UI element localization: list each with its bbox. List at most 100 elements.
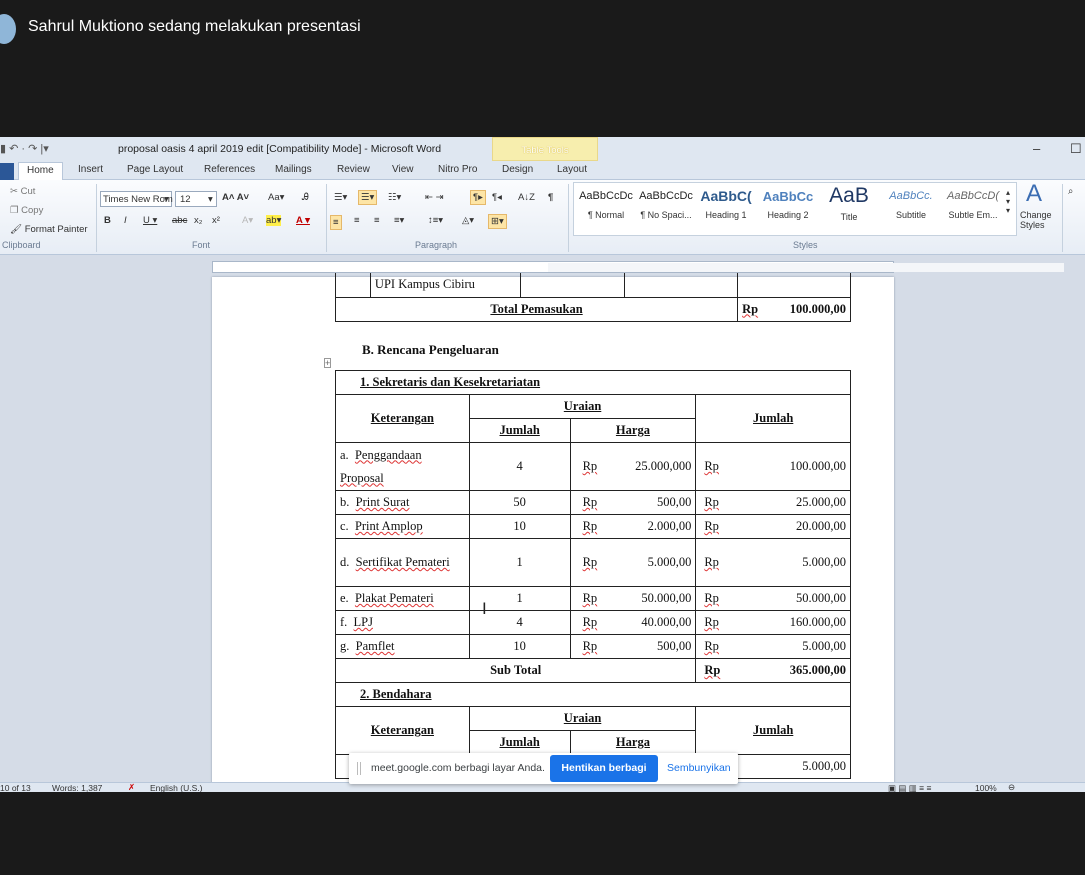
format-painter-button[interactable]: 🖌 Format Painter [10,224,88,235]
table-row[interactable]: g. Pamflet 10 Rp 500,00 Rp 5.000,00 [335,634,851,659]
proofing-error-icon[interactable]: ✗ [128,782,135,792]
indent-icons[interactable]: ⇤ ⇥ [425,192,444,203]
table-cell[interactable]: UPI Kampus Cibiru [369,273,521,298]
copy-button[interactable]: ❐ Copy [10,205,43,216]
table-row[interactable]: e. Plakat Pemateri 1 Rp 50.000,00 Rp 50.00… [335,586,851,611]
borders-icon[interactable]: ⊞▾ [488,214,507,229]
strikethrough-icon[interactable]: abc [172,215,187,226]
ribbon-home: ✂ Cut ❐ Copy 🖌 Format Painter Clipboard … [0,180,1085,255]
align-right-icon[interactable]: ≡ [374,215,380,226]
quick-access-toolbar[interactable]: ▮ ↶ · ↷ |▾ [0,142,49,155]
bold-icon[interactable]: B [104,215,111,226]
table-row[interactable]: c. Print Amplop 10 Rp 2.000,00 Rp 20.000,0… [335,514,851,539]
header-keterangan: Keterangan [335,394,470,443]
zoom-level[interactable]: 100% [975,783,997,792]
tab-page-layout[interactable]: Page Layout [127,164,183,175]
ruler-text-area [548,263,1064,272]
ltr-icon[interactable]: ¶▸ [470,190,486,205]
section-b-heading: B. Rencana Pengeluaran [362,342,499,357]
font-name-select[interactable]: Times New Rom ▾ [100,191,173,207]
underline-icon[interactable]: U ▾ [143,215,157,226]
table-row[interactable]: a. Penggandaan Proposal 4 Rp 25.000,000 R… [335,442,851,491]
style-title[interactable]: AaB Title [818,184,880,232]
change-styles-button[interactable]: Change Styles [1020,210,1060,230]
zoom-out-icon[interactable]: ⊖ [1008,782,1015,792]
tab-insert[interactable]: Insert [78,164,103,175]
font-group-label: Font [192,240,211,250]
presenter-banner: Sahrul Muktiono sedang melakukan present… [28,18,361,35]
meet-presenter-header: Sahrul Muktiono sedang melakukan present… [0,0,1085,137]
style-subtitle[interactable]: AaBbCc. Subtitle [880,184,942,232]
header-uraian: Uraian [468,394,697,419]
rtl-icon[interactable]: ¶◂ [492,192,502,203]
highlight-icon[interactable]: ab▾ [266,215,282,226]
stop-sharing-button[interactable]: Hentikan berbagi [550,755,658,782]
cut-button[interactable]: ✂ Cut [10,186,35,197]
minimize-icon[interactable]: – [1033,141,1040,156]
presenter-avatar [0,14,16,44]
find-icon[interactable]: ⌕ [1068,186,1073,197]
tab-home[interactable]: Home [18,162,63,180]
multilevel-list-icon[interactable]: ☷▾ [388,192,401,203]
table-move-handle-icon[interactable]: + [324,358,332,368]
subsection-2-heading: 2. Bendahara [335,682,851,707]
table-row[interactable]: f. LPJ 4 Rp 40.000,00 Rp 160.000,00 [335,610,851,635]
font-color-icon[interactable]: A ▾ [296,215,310,226]
table-row[interactable]: d. Sertifikat Pemateri 1 Rp 5.000,00 Rp 5.… [335,538,851,587]
tab-view[interactable]: View [392,164,414,175]
header-jumlah-2: Jumlah [468,730,571,755]
tab-nitro-pro[interactable]: Nitro Pro [438,164,477,175]
clear-formatting-icon[interactable]: Ꭿ [302,192,309,203]
align-center-icon[interactable]: ≡ [354,215,360,226]
header-harga: Harga [569,418,697,443]
change-case-icon[interactable]: Aa▾ [268,192,284,203]
change-styles-icon[interactable]: A [1026,180,1042,208]
italic-icon[interactable]: I [124,215,127,226]
chevron-down-icon: ▾ [208,194,213,205]
align-left-icon[interactable]: ≡ [330,215,342,230]
total-pemasukan-value[interactable]: Rp 100.000,00 [737,296,851,322]
style-no-spacing[interactable]: AaBbCcDc ¶ No Spaci... [635,184,697,232]
tab-design[interactable]: Design [502,164,533,175]
text-effects-icon[interactable]: A▾ [242,215,253,226]
hide-notice-button[interactable]: Sembunyikan [667,762,731,774]
tab-references[interactable]: References [204,164,255,175]
justify-icon[interactable]: ≡▾ [394,215,404,226]
maximize-icon[interactable]: ☐ [1070,141,1082,157]
word-count[interactable]: Words: 1,387 [52,783,102,792]
ribbon-tabs: Home Insert Page Layout References Maili… [0,161,1085,180]
title-bar: ▮ ↶ · ↷ |▾ proposal oasis 4 april 2019 e… [0,137,1085,161]
language-indicator[interactable]: English (U.S.) [150,783,202,792]
file-tab[interactable] [0,163,14,180]
horizontal-ruler[interactable] [212,261,1064,273]
chevron-down-icon: ▾ [164,194,169,205]
copy-icon: ❐ [10,205,22,216]
subscript-icon[interactable]: x₂ [194,215,202,226]
tab-review[interactable]: Review [337,164,370,175]
view-mode-icons[interactable]: ▣ ▤ ▥ ≡ ≡ [888,783,931,792]
table-row[interactable]: b. Print Surat 50 Rp 500,00 Rp 25.000,00 [335,490,851,515]
tab-layout[interactable]: Layout [557,164,587,175]
text-cursor-icon: I [482,599,487,618]
header-jumlah-total: Jumlah [695,394,851,443]
line-spacing-icon[interactable]: ↕≡▾ [428,215,443,226]
superscript-icon[interactable]: x² [212,215,220,226]
grow-font-icon[interactable]: A˄ A˅ [222,192,249,203]
drag-handle-icon[interactable] [357,762,361,775]
shading-icon[interactable]: ◬▾ [462,215,474,226]
show-marks-icon[interactable]: ¶ [548,192,553,203]
tab-mailings[interactable]: Mailings [275,164,312,175]
style-normal[interactable]: AaBbCcDc ¶ Normal [575,184,637,232]
bullets-icon[interactable]: ☰▾ [334,192,347,203]
styles-scroll-icon[interactable]: ▴ ▾ ▾ [1006,188,1010,215]
total-pemasukan-label[interactable]: Total Pemasukan [334,296,739,322]
page-count[interactable]: 10 of 13 [0,783,31,792]
numbering-icon[interactable]: ☰▾ [358,190,378,205]
style-heading-1[interactable]: AaBbC( Heading 1 [695,184,757,232]
style-subtle-emphasis[interactable]: AaBbCcD( Subtle Em... [942,184,1004,232]
brush-icon: 🖌 [10,224,23,235]
font-size-select[interactable]: 12 ▾ [175,191,217,207]
style-heading-2[interactable]: AaBbCc Heading 2 [757,184,819,232]
sort-icon[interactable]: A↓Z [518,192,535,203]
subtotal-row[interactable]: Sub Total Rp 365.000,00 [334,658,851,683]
